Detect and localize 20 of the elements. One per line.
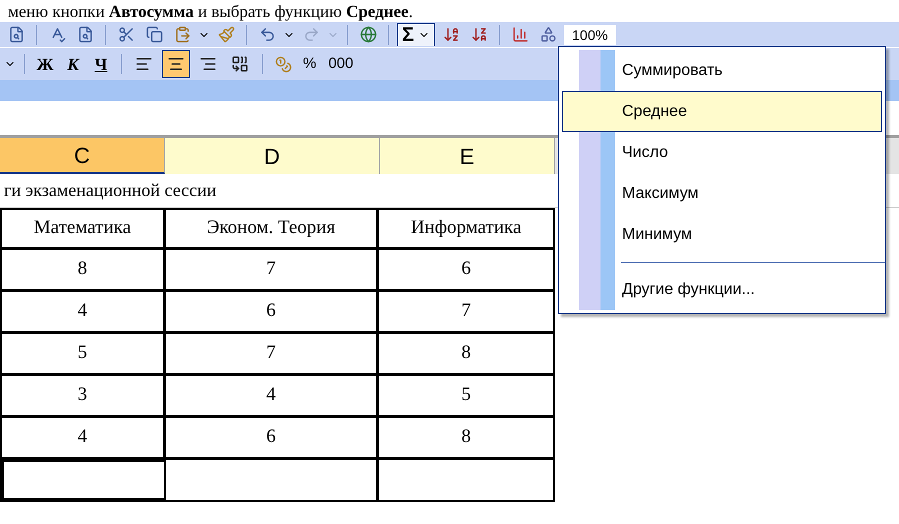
- table-cell: 5: [2, 334, 166, 373]
- sheet-title: ги экзаменационной сессии: [3, 179, 216, 202]
- column-heading-cell-text: Информатика: [410, 216, 522, 240]
- table-cell: 7: [166, 334, 380, 373]
- table-cell-text: 5: [460, 383, 472, 408]
- table-cell: 4: [2, 292, 166, 331]
- table-cell-text: 8: [460, 425, 472, 450]
- table-cell: 7: [166, 250, 380, 289]
- column-heading-cell: Эконом. Теория: [166, 210, 380, 247]
- column-heading-cell: Математика: [2, 210, 166, 247]
- table-cell: 3: [2, 376, 166, 415]
- document-caption: меню кнопки Автосумма и выбрать функцию Среднее.: [7, 2, 413, 22]
- table-cell: 4: [166, 376, 380, 415]
- table-cell-text: 6: [460, 257, 472, 282]
- table-cell: 8: [2, 250, 166, 289]
- table-cell-text: 7: [460, 299, 472, 324]
- table-cell: 6: [166, 418, 380, 457]
- table-cell-text: 8: [460, 341, 472, 366]
- table-cell: 4: [2, 418, 166, 457]
- table-cell: 6: [166, 292, 380, 331]
